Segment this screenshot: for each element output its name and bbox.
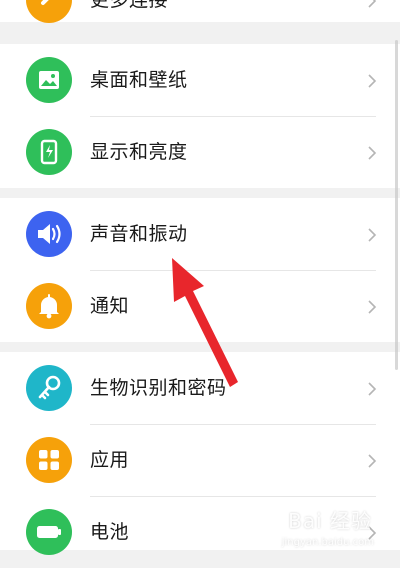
watermark-subtext: jingyan.baidu.com [281,537,374,548]
settings-item-label: 生物识别和密码 [90,377,227,399]
settings-item-apps[interactable]: 应用 [0,424,400,496]
settings-item-label: 桌面和壁纸 [90,69,188,91]
settings-item-notifications[interactable]: 通知 [0,270,400,342]
scrollbar[interactable] [395,40,398,370]
chevron-right-icon [368,228,377,242]
settings-item-desktop-wallpaper[interactable]: 桌面和壁纸 [0,44,400,116]
bell-icon [26,283,72,329]
wallpaper-icon [26,57,72,103]
link-icon [26,0,72,23]
key-icon [26,365,72,411]
speaker-icon [26,211,72,257]
settings-group-display: 桌面和壁纸 显示和亮度 [0,44,400,188]
brightness-icon [26,129,72,175]
settings-item-label: 更多连接 [90,0,169,11]
apps-grid-icon [26,437,72,483]
chevron-right-icon [368,146,377,160]
chevron-right-icon [368,74,377,88]
settings-item-sound-vibration[interactable]: 声音和振动 [0,198,400,270]
watermark-logo: Bai 经验 [288,509,372,533]
settings-item-label: 显示和亮度 [90,141,188,163]
chevron-right-icon [368,300,377,314]
settings-group-sound: 声音和振动 通知 [0,198,400,342]
settings-item-biometrics-password[interactable]: 生物识别和密码 [0,352,400,424]
settings-item-display-brightness[interactable]: 显示和亮度 [0,116,400,188]
settings-item-label: 声音和振动 [90,223,188,245]
settings-item-label: 通知 [90,295,130,317]
chevron-right-icon [368,454,377,468]
chevron-right-icon [368,0,377,8]
settings-group-connectivity: 更多连接 [0,0,400,23]
settings-item-label: 应用 [90,449,130,471]
settings-item-label: 电池 [90,521,130,543]
chevron-right-icon [368,382,377,396]
settings-item-more-connections[interactable]: 更多连接 [0,0,400,36]
battery-icon [26,509,72,555]
